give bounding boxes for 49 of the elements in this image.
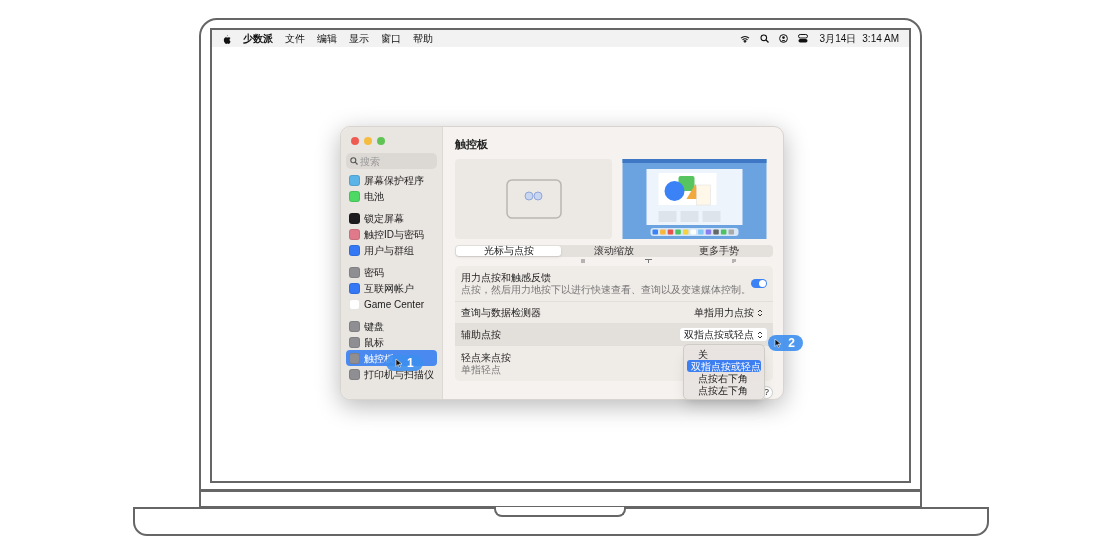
row-description: 单指轻点: [461, 364, 501, 376]
menu-option[interactable]: 双指点按或轻点: [687, 360, 761, 372]
sidebar-item[interactable]: 互联网帐户: [346, 280, 437, 296]
sidebar-item[interactable]: 屏幕保护程序: [346, 172, 437, 188]
tab[interactable]: 滚动缩放: [561, 245, 667, 256]
search-field[interactable]: 搜索: [346, 153, 437, 169]
menu-time: 3:14 AM: [862, 32, 899, 46]
menu-item[interactable]: 窗口: [381, 31, 401, 46]
row-label: 轻点来点按: [461, 351, 511, 364]
row-label: 用力点按和触感反馈: [461, 271, 551, 284]
tab[interactable]: 更多手势: [666, 245, 772, 256]
app-menu[interactable]: 少数派: [243, 31, 273, 46]
sidebar-item[interactable]: 用户与群组: [346, 242, 437, 258]
search-icon[interactable]: [759, 34, 769, 43]
toggles-icon[interactable]: [797, 34, 808, 43]
sidebar-item[interactable]: 打印机与扫描仪: [346, 366, 437, 382]
trackpad-drawing: [505, 178, 562, 219]
cursor-icon: [774, 338, 782, 348]
row-label: 辅助点按: [461, 328, 501, 341]
close-button[interactable]: [351, 137, 359, 145]
menu-item[interactable]: 文件: [285, 31, 305, 46]
wifi-icon[interactable]: [739, 34, 750, 43]
menu-item[interactable]: 帮助: [413, 31, 433, 46]
sidebar-item[interactable]: 触控ID与密码: [346, 226, 437, 242]
sidebar-item[interactable]: Game Center: [346, 296, 437, 312]
sidebar-item[interactable]: 电池: [346, 188, 437, 204]
sidebar-item[interactable]: 密码: [346, 264, 437, 280]
sidebar-item[interactable]: 键盘: [346, 318, 437, 334]
user-icon[interactable]: [778, 34, 788, 43]
menu-option[interactable]: 关: [687, 348, 761, 360]
menu-item[interactable]: 编辑: [317, 31, 337, 46]
search-icon: [350, 157, 358, 165]
pane-title: 触控板: [455, 137, 489, 152]
sidebar-item[interactable]: 锁定屏幕: [346, 210, 437, 226]
row-description: 点按，然后用力地按下以进行快速查看、查询以及变速媒体控制。: [461, 284, 751, 296]
chevron-up-down-icon: [757, 330, 763, 339]
menu-option[interactable]: 点按左下角: [687, 384, 761, 396]
apple-icon[interactable]: [222, 33, 231, 44]
menu-item[interactable]: 显示: [349, 31, 369, 46]
row-label: 查询与数据检测器: [461, 306, 541, 319]
popup-button[interactable]: 单指用力点按: [690, 306, 767, 319]
step-badge: 2: [768, 335, 803, 351]
menu-option[interactable]: 点按右下角: [687, 372, 761, 384]
menu-date: 3月14日: [819, 32, 857, 46]
popup-button[interactable]: 双指点按或轻点: [680, 328, 767, 341]
tab[interactable]: 光标与点按: [456, 245, 562, 256]
chevron-up-down-icon: [757, 308, 763, 317]
sidebar-item[interactable]: 鼠标: [346, 334, 437, 350]
toggle-switch[interactable]: [751, 279, 767, 288]
